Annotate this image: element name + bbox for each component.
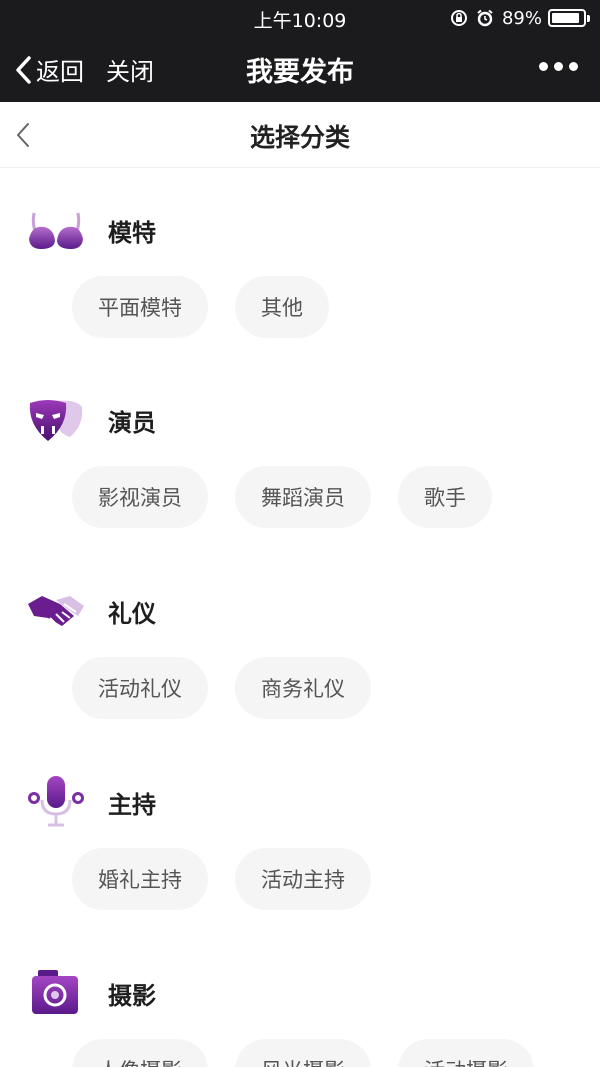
handshake-icon — [26, 581, 86, 641]
tag-chip[interactable]: 商务礼仪 — [235, 657, 371, 719]
tag-list: 影视演员 舞蹈演员 歌手 — [72, 466, 492, 528]
page-header: 选择分类 — [0, 102, 600, 168]
tag-chip[interactable]: 其他 — [235, 276, 329, 338]
chevron-left-icon — [16, 55, 31, 84]
tag-list: 人像摄影 风光摄影 活动摄影 — [72, 1039, 534, 1067]
category-name: 摄影 — [108, 981, 156, 1010]
more-dot-icon — [539, 62, 548, 71]
alarm-clock-icon — [476, 9, 494, 27]
category-header: 摄影 — [26, 963, 156, 1023]
category-name: 礼仪 — [108, 599, 156, 628]
tag-chip[interactable]: 活动礼仪 — [72, 657, 208, 719]
nav-title: 我要发布 — [246, 57, 354, 88]
rotation-lock-icon — [450, 9, 468, 27]
battery-percent: 89% — [501, 7, 542, 29]
tag-list: 平面模特 其他 — [72, 276, 329, 338]
category-list: 模特 平面模特 其他 演员 影视演员 舞蹈演员 歌手 礼仪 活动礼仪 商务礼仪 … — [0, 168, 600, 1067]
bra-icon — [26, 200, 86, 260]
battery-icon — [548, 9, 590, 27]
category-name: 演员 — [108, 408, 156, 437]
category-header: 主持 — [26, 772, 156, 832]
tag-chip[interactable]: 风光摄影 — [235, 1039, 371, 1067]
category-header: 礼仪 — [26, 581, 156, 641]
category-name: 主持 — [108, 790, 156, 819]
category-header: 演员 — [26, 390, 156, 450]
tag-list: 活动礼仪 商务礼仪 — [72, 657, 371, 719]
close-button[interactable]: 关闭 — [106, 52, 154, 87]
tag-chip[interactable]: 活动主持 — [235, 848, 371, 910]
back-label: 返回 — [36, 58, 84, 86]
tag-chip[interactable]: 活动摄影 — [398, 1039, 534, 1067]
category-name: 模特 — [108, 218, 156, 247]
tag-chip[interactable]: 平面模特 — [72, 276, 208, 338]
tag-chip[interactable]: 人像摄影 — [72, 1039, 208, 1067]
back-button[interactable]: 返回 — [14, 52, 84, 87]
tag-list: 婚礼主持 活动主持 — [72, 848, 371, 910]
camera-icon — [26, 963, 86, 1023]
tag-chip[interactable]: 影视演员 — [72, 466, 208, 528]
more-dot-icon — [569, 62, 578, 71]
tag-chip[interactable]: 婚礼主持 — [72, 848, 208, 910]
category-header: 模特 — [26, 200, 156, 260]
page-title: 选择分类 — [249, 123, 350, 152]
status-indicators: 89% — [450, 6, 590, 30]
more-dot-icon — [554, 62, 563, 71]
tag-chip[interactable]: 舞蹈演员 — [235, 466, 371, 528]
battery-level — [552, 13, 579, 23]
microphone-icon — [26, 772, 86, 832]
more-options-button[interactable] — [539, 62, 578, 71]
tag-chip[interactable]: 歌手 — [398, 466, 492, 528]
theater-mask-icon — [26, 390, 86, 450]
status-bar: 上午10:09 89% — [0, 0, 600, 36]
wechat-nav-bar: 返回 关闭 我要发布 — [0, 36, 600, 102]
